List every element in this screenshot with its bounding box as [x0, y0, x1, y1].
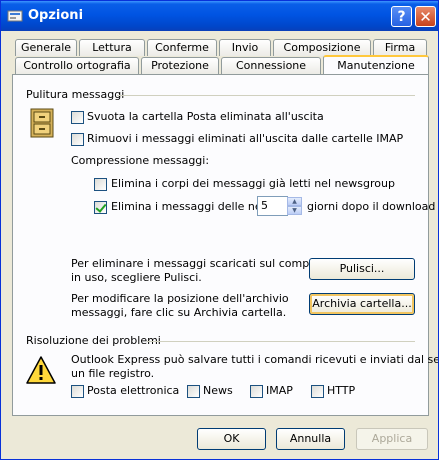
store-folder-button[interactable]: Archivia cartella...	[309, 293, 415, 315]
log-news-label[interactable]: News	[203, 384, 233, 397]
troubleshoot-text-line2: un file registro.	[71, 367, 155, 380]
log-http-label[interactable]: HTTP	[327, 384, 355, 397]
delete-bodies-label[interactable]: Elimina i corpi dei messaggi già letti n…	[111, 177, 395, 190]
cleanup-group-divider	[117, 95, 415, 96]
warning-icon	[26, 356, 56, 384]
days-up-button[interactable]: ▲	[287, 197, 302, 206]
empty-deleted-checkbox[interactable]	[71, 111, 84, 124]
troubleshoot-group-divider	[147, 341, 415, 342]
tab-invio[interactable]: Invio	[219, 39, 271, 56]
cleanup-text-line2: in uso, scegliere Pulisci.	[71, 271, 202, 284]
delete-news-label[interactable]: Elimina i messaggi delle news	[111, 200, 276, 213]
days-input[interactable]: 5	[257, 196, 288, 216]
tab-controllo-ortografia[interactable]: Controllo ortografia	[15, 57, 139, 74]
tab-connessione[interactable]: Connessione	[221, 57, 321, 74]
troubleshoot-group-label: Risoluzione dei problemi	[26, 334, 161, 347]
help-button[interactable]: ?	[391, 6, 412, 27]
purge-imap-label[interactable]: Rimuovi i messaggi eliminati all'uscita …	[87, 132, 403, 145]
delete-news-checkbox[interactable]	[94, 201, 107, 214]
log-http-checkbox[interactable]	[311, 385, 324, 398]
log-mail-checkbox[interactable]	[71, 385, 84, 398]
tab-firma[interactable]: Firma	[373, 39, 427, 56]
tab-manutenzione[interactable]: Manutenzione	[323, 55, 429, 74]
window-title: Opzioni	[28, 8, 84, 23]
file-cabinet-icon	[30, 108, 54, 138]
log-imap-checkbox[interactable]	[250, 385, 263, 398]
tab-generale[interactable]: Generale	[15, 39, 77, 56]
days-down-button[interactable]: ▼	[287, 206, 302, 215]
close-button[interactable]: ✕	[415, 6, 436, 27]
days-suffix-label: giorni dopo il download	[307, 200, 436, 213]
compression-label: Compressione messaggi:	[71, 154, 210, 167]
delete-bodies-checkbox[interactable]	[94, 178, 107, 191]
troubleshoot-text-line1: Outlook Express può salvare tutti i coma…	[71, 353, 439, 366]
options-app-icon	[7, 10, 23, 22]
options-dialog: Opzioni ? ✕ Generale Lettura Conferme In…	[0, 0, 439, 460]
log-mail-label[interactable]: Posta elettronica	[87, 384, 179, 397]
cleanup-text-line1: Per eliminare i messaggi scaricati sul c…	[71, 257, 332, 270]
empty-deleted-label[interactable]: Svuota la cartella Posta eliminata all'u…	[87, 110, 324, 123]
tab-lettura[interactable]: Lettura	[79, 39, 145, 56]
store-text-line2: messaggi, fare clic su Archivia cartella…	[71, 306, 287, 319]
ok-button[interactable]: OK	[197, 428, 266, 450]
cleanup-group-label: Pulitura messaggi	[26, 88, 125, 101]
store-text-line1: Per modificare la posizione dell'archivi…	[71, 292, 289, 305]
cleanup-button[interactable]: Pulisci...	[309, 258, 415, 280]
log-news-checkbox[interactable]	[187, 385, 200, 398]
tab-composizione[interactable]: Composizione	[273, 39, 371, 56]
cancel-button[interactable]: Annulla	[276, 428, 345, 450]
tab-protezione[interactable]: Protezione	[141, 57, 219, 74]
log-imap-label[interactable]: IMAP	[266, 384, 293, 397]
purge-imap-checkbox[interactable]	[71, 133, 84, 146]
apply-button[interactable]: Applica	[356, 428, 428, 450]
title-bar[interactable]: Opzioni ? ✕	[1, 1, 438, 31]
tab-conferme[interactable]: Conferme	[147, 39, 217, 56]
